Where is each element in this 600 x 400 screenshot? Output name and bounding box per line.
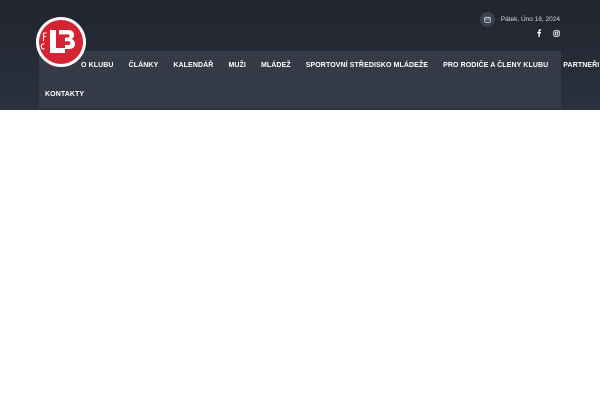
main-navigation: O KLUBU ČLÁNKY KALENDÁŘ MUŽI MLÁDEŽ SPOR… [39, 51, 599, 109]
nav-item-clanky[interactable]: ČLÁNKY [129, 62, 159, 69]
nav-item-pro-rodice[interactable]: PRO RODIČE A ČLENY KLUBU [443, 62, 548, 69]
nav-item-mladez[interactable]: MLÁDEŽ [261, 62, 291, 69]
date-text: Pátek, Úno 16, 2024 [500, 16, 560, 23]
nav-item-kontakty[interactable]: KONTAKTY [45, 91, 84, 98]
page-content [0, 110, 600, 400]
club-logo[interactable] [36, 17, 86, 67]
nav-item-partneri[interactable]: PARTNEŘI [563, 62, 599, 69]
nav-row-secondary: KONTAKTY [39, 80, 561, 109]
facebook-icon[interactable] [535, 29, 543, 37]
site-header: Pátek, Úno 16, 2024 O KLUBU ČLÁNKY KALEN… [0, 0, 600, 110]
nav-row-primary: O KLUBU ČLÁNKY KALENDÁŘ MUŽI MLÁDEŽ SPOR… [39, 51, 599, 80]
nav-item-sportovni-stredisko[interactable]: SPORTOVNÍ STŘEDISKO MLÁDEŽE [306, 62, 428, 69]
nav-item-kalendar[interactable]: KALENDÁŘ [173, 62, 213, 69]
social-links [535, 29, 560, 37]
instagram-icon[interactable] [552, 29, 560, 37]
calendar-icon [479, 12, 495, 27]
current-date: Pátek, Úno 16, 2024 [479, 12, 560, 27]
nav-item-muzi[interactable]: MUŽI [228, 62, 246, 69]
